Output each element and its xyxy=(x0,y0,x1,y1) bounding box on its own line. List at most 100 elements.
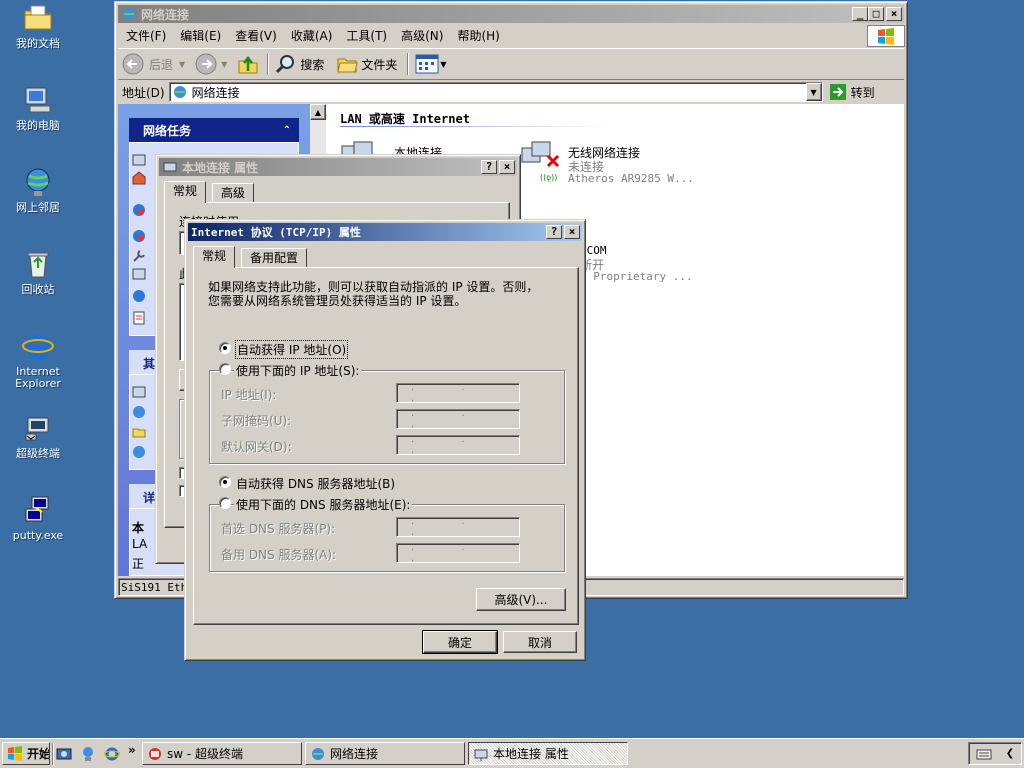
taskbar-item-local-properties[interactable]: 本地连接 属性 xyxy=(468,742,628,765)
place-link-icon[interactable] xyxy=(132,385,146,399)
taskbar-item-hyperterminal[interactable]: sw - 超级终端 xyxy=(142,742,302,765)
taskbar: 开始 » sw - 超级终端 网络连接 本地连接 属性 ❮ xyxy=(0,738,1024,768)
windows-logo xyxy=(867,25,905,47)
close-button[interactable]: × xyxy=(564,225,580,239)
place-link-icon[interactable] xyxy=(132,405,146,419)
task-link-icon[interactable] xyxy=(132,311,146,325)
place-link-icon[interactable] xyxy=(132,445,146,459)
views-dropdown-icon[interactable]: ▼ xyxy=(440,60,446,69)
menu-help[interactable]: 帮助(H) xyxy=(457,27,499,44)
desktop-icon-internet-explorer[interactable]: Internet Explorer xyxy=(0,330,76,390)
subnet-mask-label: 子网掩码(U): xyxy=(221,414,292,428)
advanced-button[interactable]: 高级(V)... xyxy=(476,588,566,611)
tray-arrow-icon[interactable]: ❮ xyxy=(1006,748,1014,759)
collapse-chevron-icon[interactable]: ⌃ xyxy=(283,125,291,136)
auto-ip-label[interactable]: 自动获得 IP 地址(O) xyxy=(234,340,349,359)
preferred-dns-input[interactable]: . . . xyxy=(396,516,520,538)
address-input[interactable]: 网络连接 ▼ xyxy=(168,82,823,102)
back-arrow-icon[interactable] xyxy=(122,53,144,75)
minimize-button[interactable]: _ xyxy=(852,7,868,21)
close-button[interactable]: × xyxy=(886,7,902,21)
connection-device: E Proprietary ... xyxy=(580,270,693,283)
search-button-label[interactable]: 搜索 xyxy=(300,56,324,73)
wrench-icon[interactable] xyxy=(132,249,146,263)
show-desktop-icon[interactable] xyxy=(56,746,72,762)
go-label: 转到 xyxy=(850,85,875,100)
tab-alternate-config[interactable]: 备用配置 xyxy=(241,248,308,268)
menu-view[interactable]: 查看(V) xyxy=(235,27,277,44)
auto-dns-label[interactable]: 自动获得 DNS 服务器地址(B) xyxy=(236,475,395,492)
menu-edit[interactable]: 编辑(E) xyxy=(180,27,221,44)
quick-launch-more-icon[interactable]: » xyxy=(128,743,136,757)
quick-launch-icon[interactable] xyxy=(80,746,96,762)
go-button[interactable]: 转到 xyxy=(829,83,875,101)
computer-icon xyxy=(25,87,51,113)
task-link-icon[interactable] xyxy=(132,267,146,281)
subnet-mask-input[interactable]: . . . xyxy=(396,408,520,430)
tcpip-titlebar[interactable]: Internet 协议 (TCP/IP) 属性 ? × xyxy=(188,223,582,241)
desktop-icon-network-places[interactable]: 网上邻居 xyxy=(0,166,76,214)
lan-connection-icon xyxy=(474,749,488,761)
forward-dropdown-icon[interactable]: ▼ xyxy=(221,60,227,69)
taskbar-item-network-connections[interactable]: 网络连接 xyxy=(305,742,465,765)
connection-item-icom[interactable]: ICOM 断开 E Proprietary ... xyxy=(580,240,780,284)
internet-explorer-icon xyxy=(22,334,54,360)
local-properties-titlebar[interactable]: 本地连接 属性 ? × xyxy=(159,158,517,176)
desktop-icon-hyperterminal[interactable]: 超级终端 xyxy=(0,412,76,460)
taskbar-item-label: sw - 超级终端 xyxy=(167,747,244,761)
desktop-icon-putty[interactable]: putty.exe xyxy=(0,494,76,542)
auto-ip-radio[interactable] xyxy=(219,342,231,354)
tab-general[interactable]: 常规 xyxy=(164,181,207,203)
desktop-icon-my-documents[interactable]: 我的文档 xyxy=(0,2,76,50)
menu-favorites[interactable]: 收藏(A) xyxy=(291,27,333,44)
auto-dns-radio[interactable] xyxy=(219,476,231,488)
task-link-icon[interactable] xyxy=(132,229,146,243)
menu-file[interactable]: 文件(F) xyxy=(126,27,166,44)
desktop-icon-recycle-bin[interactable]: 回收站 xyxy=(0,248,76,296)
network-connections-titlebar[interactable]: 网络连接 _ □ × xyxy=(118,5,904,23)
menu-tools[interactable]: 工具(T) xyxy=(346,27,387,44)
manual-ip-label[interactable]: 使用下面的 IP 地址(S): xyxy=(234,362,362,379)
alternate-dns-input[interactable]: . . . xyxy=(396,542,520,564)
desktop-icon-label: 我的文档 xyxy=(16,37,60,50)
tab-general[interactable]: 常规 xyxy=(193,246,236,268)
help-button[interactable]: ? xyxy=(481,160,497,174)
cancel-button[interactable]: 取消 xyxy=(503,631,577,653)
window-title: Internet 协议 (TCP/IP) 属性 xyxy=(191,226,361,239)
default-gateway-input[interactable]: . . . xyxy=(396,434,520,456)
keyboard-icon[interactable] xyxy=(976,747,992,761)
manual-dns-label[interactable]: 使用下面的 DNS 服务器地址(E): xyxy=(234,496,413,513)
manual-ip-radio[interactable] xyxy=(219,363,231,375)
folders-button-label[interactable]: 文件夹 xyxy=(361,56,397,73)
back-label[interactable]: 后退 xyxy=(149,56,173,73)
menu-advanced[interactable]: 高级(N) xyxy=(401,27,443,44)
task-link-icon[interactable] xyxy=(132,171,146,185)
start-button[interactable]: 开始 xyxy=(2,742,50,765)
task-link-icon[interactable] xyxy=(132,203,146,217)
tab-advanced[interactable]: 高级 xyxy=(212,183,255,203)
manual-dns-radio[interactable] xyxy=(219,497,231,509)
search-icon[interactable] xyxy=(275,53,297,75)
forward-arrow-icon[interactable] xyxy=(195,53,217,75)
network-tasks-header[interactable]: 网络任务 ⌃ xyxy=(129,118,299,142)
ip-dots: . . . xyxy=(411,408,487,430)
back-dropdown-icon[interactable]: ▼ xyxy=(179,60,185,69)
ok-button[interactable]: 确定 xyxy=(422,630,498,654)
views-icon[interactable] xyxy=(415,54,439,74)
place-link-icon[interactable] xyxy=(132,425,146,439)
desktop-icon-label: 网上邻居 xyxy=(16,201,60,214)
desktop-icon-my-computer[interactable]: 我的电脑 xyxy=(0,84,76,132)
up-folder-icon[interactable] xyxy=(237,53,259,75)
internet-explorer-icon[interactable] xyxy=(104,746,120,762)
help-button[interactable]: ? xyxy=(546,225,562,239)
maximize-button[interactable]: □ xyxy=(868,7,884,21)
task-link-icon[interactable] xyxy=(132,153,146,167)
ip-address-input[interactable]: . . . xyxy=(396,382,520,404)
hyperterminal-icon xyxy=(149,747,161,760)
address-dropdown-button[interactable]: ▼ xyxy=(805,83,822,101)
folders-icon[interactable] xyxy=(336,53,358,75)
task-link-icon[interactable] xyxy=(132,289,146,303)
close-button[interactable]: × xyxy=(499,160,515,174)
scroll-up-button[interactable]: ▲ xyxy=(310,104,326,120)
connection-item-wireless[interactable]: ((ǫ)) 无线网络连接 未连接 Atheros AR9285 W... xyxy=(518,140,818,186)
